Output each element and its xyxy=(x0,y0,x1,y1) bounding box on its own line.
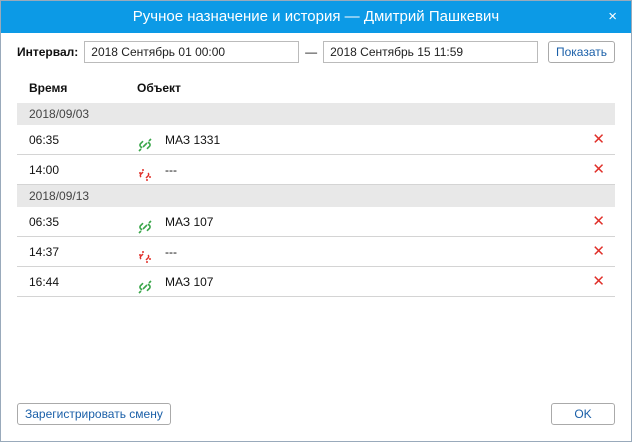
ok-button[interactable]: OK xyxy=(551,403,615,425)
interval-separator: — xyxy=(305,45,318,59)
delete-icon[interactable]: ✕ xyxy=(592,155,605,185)
row-time: 14:00 xyxy=(29,163,60,177)
table-row: 16:44 МАЗ 107 ✕ xyxy=(17,267,615,297)
interval-label: Интервал: xyxy=(17,45,79,59)
link-icon xyxy=(138,275,152,294)
date-group-header: 2018/09/13 xyxy=(17,185,615,207)
dialog-title: Ручное назначение и история — Дмитрий Па… xyxy=(132,8,500,25)
table-row: 06:35 МАЗ 107 ✕ xyxy=(17,207,615,237)
row-object: МАЗ 107 xyxy=(165,275,214,289)
dialog-window: Ручное назначение и история — Дмитрий Па… xyxy=(0,0,632,442)
delete-icon[interactable]: ✕ xyxy=(592,125,605,155)
row-time: 06:35 xyxy=(29,215,60,229)
close-icon[interactable]: × xyxy=(608,1,617,33)
interval-to-input[interactable] xyxy=(323,41,538,63)
table-row: 14:37 --- ✕ xyxy=(17,237,615,267)
row-object: --- xyxy=(165,163,177,177)
show-button[interactable]: Показать xyxy=(547,41,615,63)
link-icon xyxy=(138,215,152,234)
link-icon xyxy=(138,133,152,152)
row-time: 06:35 xyxy=(29,133,60,147)
row-object: МАЗ 1331 xyxy=(165,133,221,147)
title-bar: Ручное назначение и история — Дмитрий Па… xyxy=(1,1,631,33)
row-time: 16:44 xyxy=(29,275,60,289)
delete-icon[interactable]: ✕ xyxy=(592,237,605,267)
row-object: МАЗ 107 xyxy=(165,215,214,229)
history-list: 2018/09/03 06:35 МАЗ 1331 ✕ 14:00 --- ✕ 2… xyxy=(17,103,615,297)
unlink-icon xyxy=(138,245,152,263)
column-time: Время xyxy=(29,81,68,95)
unlink-icon xyxy=(138,163,152,181)
table-row: 14:00 --- ✕ xyxy=(17,155,615,185)
table-row: 06:35 МАЗ 1331 ✕ xyxy=(17,125,615,155)
register-shift-button[interactable]: Зарегистрировать смену xyxy=(17,403,171,425)
row-object: --- xyxy=(165,245,177,259)
interval-from-input[interactable] xyxy=(84,41,300,63)
table-header: Время Объект xyxy=(17,81,615,99)
row-time: 14:37 xyxy=(29,245,60,259)
delete-icon[interactable]: ✕ xyxy=(592,207,605,237)
column-object: Объект xyxy=(137,81,181,95)
delete-icon[interactable]: ✕ xyxy=(592,267,605,297)
date-group-header: 2018/09/03 xyxy=(17,103,615,125)
interval-row: Интервал: — Показать xyxy=(17,41,615,63)
